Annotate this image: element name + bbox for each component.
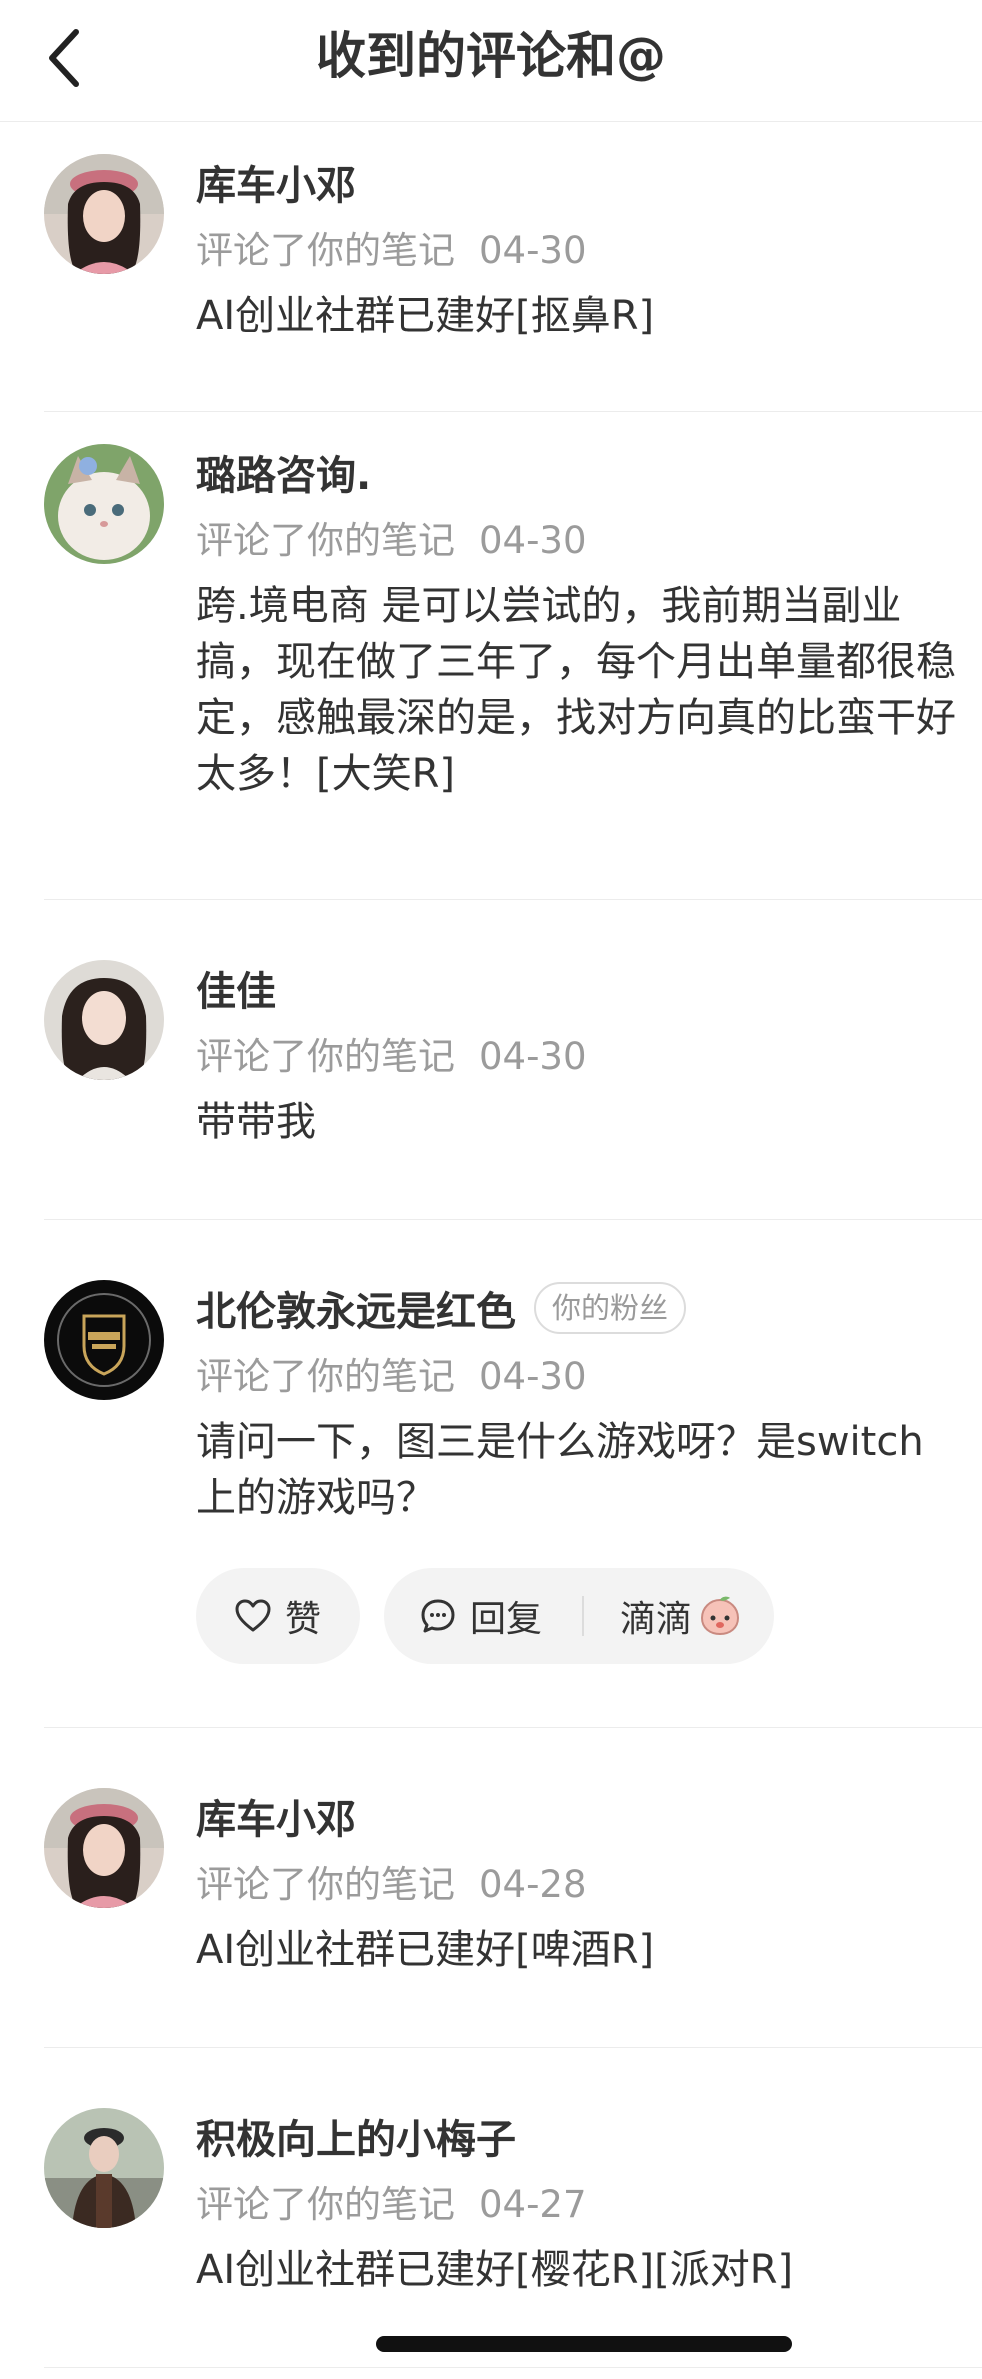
avatar[interactable] [44, 444, 164, 564]
action-text: 评论了你的笔记 [196, 2183, 455, 2226]
comment-list: 库车小邓 评论了你的笔记 04-30 AI创业社群已建好[抠鼻R] 璐路咨询. [0, 122, 982, 2368]
user-name[interactable]: 北伦敦永远是红色 [196, 1279, 516, 1337]
comment-actions: 赞 回复 滴滴 [196, 1568, 774, 1664]
woman-portrait-icon [44, 1788, 164, 1908]
avatar[interactable] [44, 1788, 164, 1908]
fan-badge: 你的粉丝 [534, 1282, 687, 1334]
user-name[interactable]: 璐路咨询. [196, 443, 371, 501]
comment-date: 04-27 [479, 2183, 587, 2226]
avatar[interactable] [44, 2108, 164, 2228]
user-name[interactable]: 库车小邓 [196, 1787, 356, 1845]
top-bar: 收到的评论和@ [0, 0, 982, 122]
woman-portrait-icon [44, 154, 164, 274]
reply-group: 回复 滴滴 [384, 1568, 774, 1664]
comment-item[interactable]: 库车小邓 评论了你的笔记 04-28 AI创业社群已建好[啤酒R] [0, 1728, 982, 2048]
comment-date: 04-28 [479, 1863, 587, 1906]
comment-item[interactable]: 积极向上的小梅子 评论了你的笔记 04-27 AI创业社群已建好[樱花R][派对R… [0, 2048, 982, 2368]
avatar[interactable] [44, 960, 164, 1080]
name-row: 北伦敦永远是红色 你的粉丝 [196, 1278, 687, 1338]
reply-label: 回复 [470, 1599, 543, 1640]
name-row: 佳佳 [196, 958, 276, 1018]
action-text: 评论了你的笔记 [196, 1863, 455, 1906]
action-text: 评论了你的笔记 [196, 229, 455, 272]
kitten-icon [44, 444, 164, 564]
comment-item[interactable]: 佳佳 评论了你的笔记 04-30 带带我 [0, 900, 982, 1220]
name-row: 库车小邓 [196, 152, 356, 212]
action-text: 评论了你的笔记 [196, 1035, 455, 1078]
user-name[interactable]: 积极向上的小梅子 [196, 2107, 516, 2165]
user-name[interactable]: 库车小邓 [196, 153, 356, 211]
action-text: 评论了你的笔记 [196, 1355, 455, 1398]
comment-date: 04-30 [479, 1355, 587, 1398]
comment-meta: 评论了你的笔记 04-28 [196, 1854, 587, 1908]
comment-meta: 评论了你的笔记 04-30 [196, 1346, 587, 1400]
comment-meta: 评论了你的笔记 04-30 [196, 1026, 587, 1080]
comment-meta: 评论了你的笔记 04-30 [196, 220, 587, 274]
woman-outdoor-icon [44, 2108, 164, 2228]
comment-meta: 评论了你的笔记 04-30 [196, 510, 587, 564]
comment-date: 04-30 [479, 1035, 587, 1078]
comment-text[interactable]: 跨.境电商 是可以尝试的，我前期当副业搞，现在做了三年了，每个月出单量都很稳定，… [196, 578, 956, 802]
woman-portrait-icon [44, 960, 164, 1080]
comment-text[interactable]: 带带我 [196, 1094, 956, 1150]
comment-item[interactable]: 库车小邓 评论了你的笔记 04-30 AI创业社群已建好[抠鼻R] [0, 122, 982, 412]
arsenal-crest-icon [44, 1280, 164, 1400]
home-indicator[interactable] [376, 2336, 792, 2352]
avatar[interactable] [44, 1280, 164, 1400]
comment-item[interactable]: 北伦敦永远是红色 你的粉丝 评论了你的笔记 04-30 请问一下，图三是什么游戏呀… [0, 1220, 982, 1728]
comment-date: 04-30 [479, 519, 587, 562]
comment-text[interactable]: AI创业社群已建好[啤酒R] [196, 1922, 956, 1978]
separator [582, 1596, 585, 1636]
comment-text[interactable]: 请问一下，图三是什么游戏呀？是switch上的游戏吗？ [196, 1414, 956, 1526]
comment-item[interactable]: 璐路咨询. 评论了你的笔记 04-30 跨.境电商 是可以尝试的，我前期当副业搞，… [0, 412, 982, 900]
emoji-reply-label: 滴滴 [620, 1599, 693, 1640]
comment-text[interactable]: AI创业社群已建好[樱花R][派对R] [196, 2242, 956, 2298]
name-row: 积极向上的小梅子 [196, 2106, 516, 2166]
chat-bubble-icon [421, 1599, 455, 1633]
comment-meta: 评论了你的笔记 04-27 [196, 2174, 587, 2228]
like-label: 赞 [284, 1599, 321, 1640]
divider [44, 2367, 982, 2368]
comment-date: 04-30 [479, 229, 587, 272]
heart-icon [235, 1599, 271, 1632]
action-text: 评论了你的笔记 [196, 519, 455, 562]
user-name[interactable]: 佳佳 [196, 959, 276, 1017]
name-row: 璐路咨询. [196, 442, 371, 502]
reply-button[interactable]: 回复 [420, 1590, 542, 1642]
peach-face-icon [701, 1596, 740, 1636]
name-row: 库车小邓 [196, 1786, 356, 1846]
comment-text[interactable]: AI创业社群已建好[抠鼻R] [196, 288, 956, 344]
page-title: 收到的评论和@ [316, 27, 666, 85]
emoji-reply-button[interactable]: 滴滴 [620, 1590, 742, 1642]
avatar[interactable] [44, 154, 164, 274]
like-button[interactable]: 赞 [196, 1568, 360, 1664]
